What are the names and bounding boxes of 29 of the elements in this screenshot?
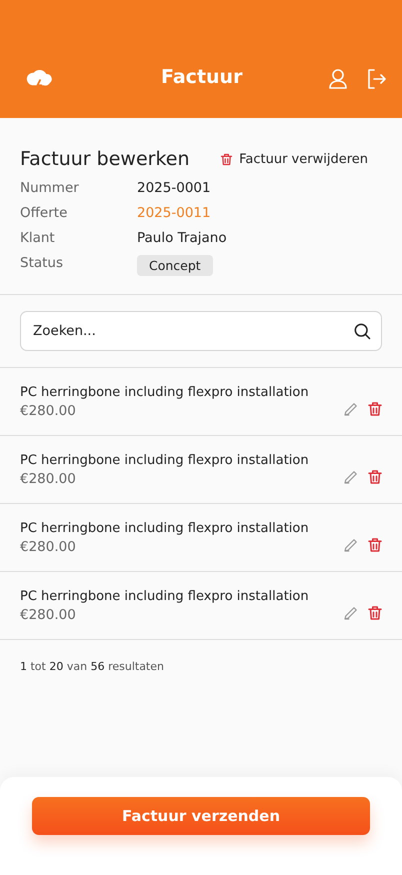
field-label: Offerte <box>20 205 68 221</box>
status-badge: Concept <box>137 255 213 276</box>
item-name: PC herringbone including flexpro installation <box>20 452 310 468</box>
trash-icon[interactable] <box>366 400 384 418</box>
trash-icon <box>219 152 234 166</box>
field-label: Nummer <box>20 180 80 196</box>
field-value: Paulo Trajano <box>137 230 228 246</box>
field-label: Status <box>20 255 64 273</box>
send-button[interactable]: Factuur verzenden <box>32 797 370 835</box>
user-icon[interactable] <box>326 67 350 91</box>
pagination-text: 1 tot 20 van 56 resultaten <box>19 659 165 673</box>
delete-button[interactable]: Factuur verwijderen <box>219 152 368 166</box>
item-name: PC herringbone including flexpro installation <box>20 588 310 604</box>
trash-icon[interactable] <box>366 468 384 486</box>
search-field[interactable]: Zoeken... <box>20 311 382 351</box>
page-title: Factuur <box>161 66 241 88</box>
item-name: PC herringbone including flexpro installation <box>20 384 310 400</box>
item-price: €280.00 <box>20 538 77 554</box>
search-icon[interactable] <box>352 321 372 341</box>
field-label: Klant <box>20 230 56 246</box>
field-value: 2025-0001 <box>137 180 212 196</box>
item-price: €280.00 <box>20 402 77 418</box>
item-name: PC herringbone including flexpro installation <box>20 520 310 536</box>
trash-icon[interactable] <box>366 536 384 554</box>
field-link[interactable]: 2025-0011 <box>137 205 211 221</box>
item-price: €280.00 <box>20 470 77 486</box>
trash-icon[interactable] <box>366 604 384 622</box>
section-title: Factuur bewerken <box>20 148 190 170</box>
item-price: €280.00 <box>20 606 77 622</box>
